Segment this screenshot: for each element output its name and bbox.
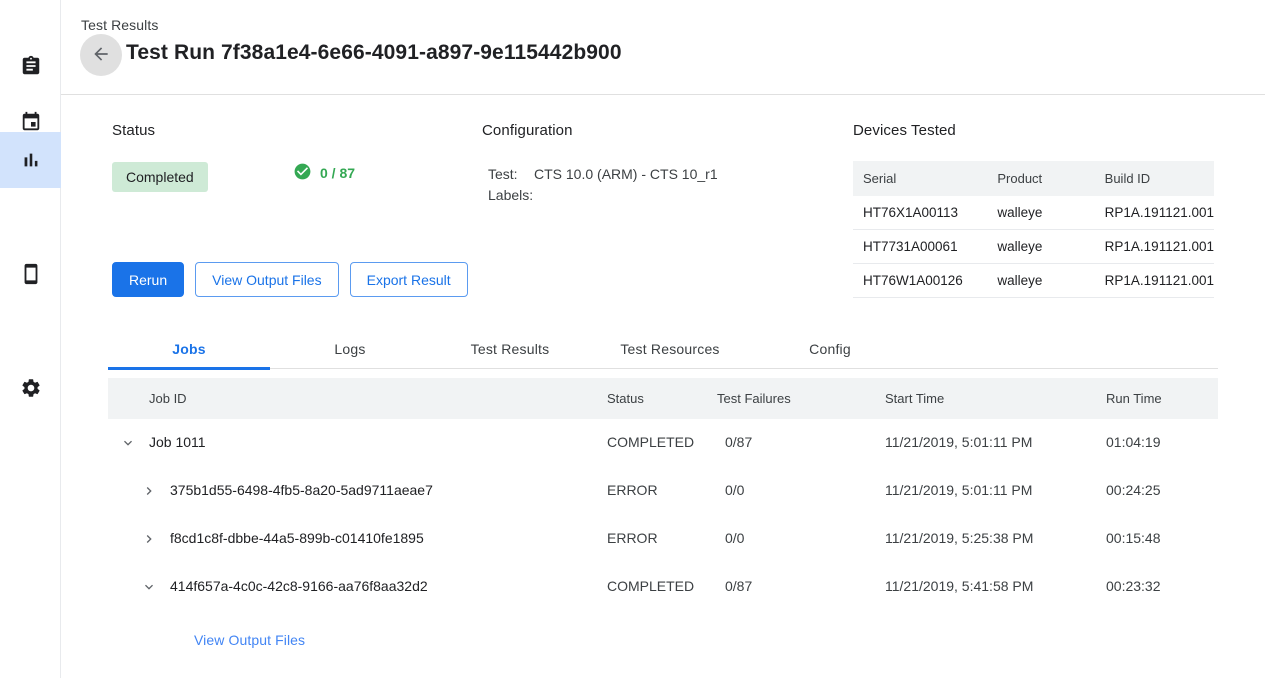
config-row-test: Test: CTS 10.0 (ARM) - CTS 10_r1 <box>488 164 718 185</box>
status-section-title: Status <box>112 122 155 139</box>
phone-icon <box>20 263 42 285</box>
configuration-section-title: Configuration <box>482 122 573 139</box>
job-run-time: 00:15:48 <box>1106 530 1161 546</box>
tab-config[interactable]: Config <box>750 328 910 369</box>
table-row[interactable]: 414f657a-4c0c-42c8-9166-aa76f8aa32d2 COM… <box>108 563 1218 611</box>
tab-test-resources[interactable]: Test Resources <box>590 328 750 369</box>
table-row: HT76X1A00113 walleye RP1A.191121.001 <box>853 196 1214 230</box>
bar-chart-icon <box>20 149 42 171</box>
pass-summary-text: 0 / 87 <box>320 165 355 181</box>
tab-jobs[interactable]: Jobs <box>108 328 270 369</box>
devices-table: Serial Product Build ID HT76X1A00113 wal… <box>853 161 1214 298</box>
job-test-failures: 0/0 <box>725 482 744 498</box>
status-badge: Completed <box>112 162 208 192</box>
jobs-col-status: Status <box>607 391 644 406</box>
sidebar <box>0 0 61 678</box>
pass-summary: 0 / 87 <box>293 162 355 184</box>
configuration-list: Test: CTS 10.0 (ARM) - CTS 10_r1 Labels: <box>488 164 718 206</box>
job-test-failures: 0/87 <box>725 578 752 594</box>
devices-table-header-row: Serial Product Build ID <box>853 161 1214 196</box>
job-status: ERROR <box>607 482 658 498</box>
job-start-time: 11/21/2019, 5:01:11 PM <box>885 482 1032 498</box>
sidebar-item-devices[interactable] <box>0 246 61 302</box>
chevron-right-icon[interactable] <box>141 483 157 499</box>
page-title: Test Run 7f38a1e4-6e66-4091-a897-9e11544… <box>126 41 622 65</box>
check-circle-icon <box>293 162 312 184</box>
jobs-col-test-failures: Test Failures <box>717 391 791 406</box>
devices-col-build-id: Build ID <box>1095 161 1214 196</box>
tab-bar: Jobs Logs Test Results Test Resources Co… <box>108 328 1218 369</box>
job-start-time: 11/21/2019, 5:01:11 PM <box>885 434 1032 450</box>
table-row[interactable]: f8cd1c8f-dbbe-44a5-899b-c01410fe1895 ERR… <box>108 515 1218 563</box>
devices-col-product: Product <box>987 161 1094 196</box>
device-product: walleye <box>987 264 1094 298</box>
jobs-table-body: Job 1011 COMPLETED 0/87 11/21/2019, 5:01… <box>108 419 1218 611</box>
job-status: COMPLETED <box>607 434 694 450</box>
export-result-button[interactable]: Export Result <box>350 262 468 297</box>
job-id: Job 1011 <box>149 434 206 450</box>
devices-col-serial: Serial <box>853 161 987 196</box>
gear-icon <box>20 377 42 399</box>
device-build-id: RP1A.191121.001 <box>1095 264 1214 298</box>
table-row[interactable]: 375b1d55-6498-4fb5-8a20-5ad9711aeae7 ERR… <box>108 467 1218 515</box>
view-output-files-link[interactable]: View Output Files <box>194 632 305 648</box>
job-status: COMPLETED <box>607 578 694 594</box>
config-key-labels: Labels: <box>488 185 534 206</box>
devices-section-title: Devices Tested <box>853 122 956 139</box>
sidebar-item-test-plans[interactable] <box>0 38 61 94</box>
config-key-test: Test: <box>488 164 534 185</box>
tab-logs[interactable]: Logs <box>270 328 430 369</box>
job-start-time: 11/21/2019, 5:25:38 PM <box>885 530 1033 546</box>
device-serial: HT76X1A00113 <box>853 196 987 230</box>
table-row[interactable]: Job 1011 COMPLETED 0/87 11/21/2019, 5:01… <box>108 419 1218 467</box>
arrow-left-icon <box>91 44 111 67</box>
app-root: Test Results Test Run 7f38a1e4-6e66-4091… <box>0 0 1265 678</box>
jobs-col-run-time: Run Time <box>1106 391 1162 406</box>
config-row-labels: Labels: <box>488 185 718 206</box>
sidebar-item-settings[interactable] <box>0 360 61 416</box>
config-value-test: CTS 10.0 (ARM) - CTS 10_r1 <box>534 164 718 185</box>
chevron-down-icon[interactable] <box>120 435 136 451</box>
calendar-icon <box>20 111 42 133</box>
chevron-right-icon[interactable] <box>141 531 157 547</box>
job-run-time: 00:24:25 <box>1106 482 1161 498</box>
job-start-time: 11/21/2019, 5:41:58 PM <box>885 578 1033 594</box>
back-button[interactable] <box>80 34 122 76</box>
job-test-failures: 0/87 <box>725 434 752 450</box>
device-build-id: RP1A.191121.001 <box>1095 196 1214 230</box>
chevron-down-icon[interactable] <box>141 579 157 595</box>
jobs-col-start-time: Start Time <box>885 391 944 406</box>
view-output-files-button[interactable]: View Output Files <box>195 262 338 297</box>
job-run-time: 00:23:32 <box>1106 578 1161 594</box>
job-run-time: 01:04:19 <box>1106 434 1161 450</box>
job-test-failures: 0/0 <box>725 530 744 546</box>
jobs-table-header: Job ID Status Test Failures Start Time R… <box>108 378 1218 419</box>
action-buttons: Rerun View Output Files Export Result <box>112 262 468 297</box>
tab-test-results[interactable]: Test Results <box>430 328 590 369</box>
breadcrumb[interactable]: Test Results <box>81 17 158 33</box>
job-id: f8cd1c8f-dbbe-44a5-899b-c01410fe1895 <box>170 530 424 546</box>
clipboard-icon <box>20 55 42 77</box>
jobs-col-job-id: Job ID <box>149 391 187 406</box>
sidebar-item-test-results[interactable] <box>0 132 61 188</box>
table-row: HT76W1A00126 walleye RP1A.191121.001 <box>853 264 1214 298</box>
job-id: 375b1d55-6498-4fb5-8a20-5ad9711aeae7 <box>170 482 433 498</box>
device-serial: HT7731A00061 <box>853 230 987 264</box>
rerun-button[interactable]: Rerun <box>112 262 184 297</box>
device-serial: HT76W1A00126 <box>853 264 987 298</box>
page-header: Test Results Test Run 7f38a1e4-6e66-4091… <box>61 0 1265 95</box>
device-product: walleye <box>987 196 1094 230</box>
device-product: walleye <box>987 230 1094 264</box>
job-id: 414f657a-4c0c-42c8-9166-aa76f8aa32d2 <box>170 578 428 594</box>
job-status: ERROR <box>607 530 658 546</box>
table-row: HT7731A00061 walleye RP1A.191121.001 <box>853 230 1214 264</box>
device-build-id: RP1A.191121.001 <box>1095 230 1214 264</box>
